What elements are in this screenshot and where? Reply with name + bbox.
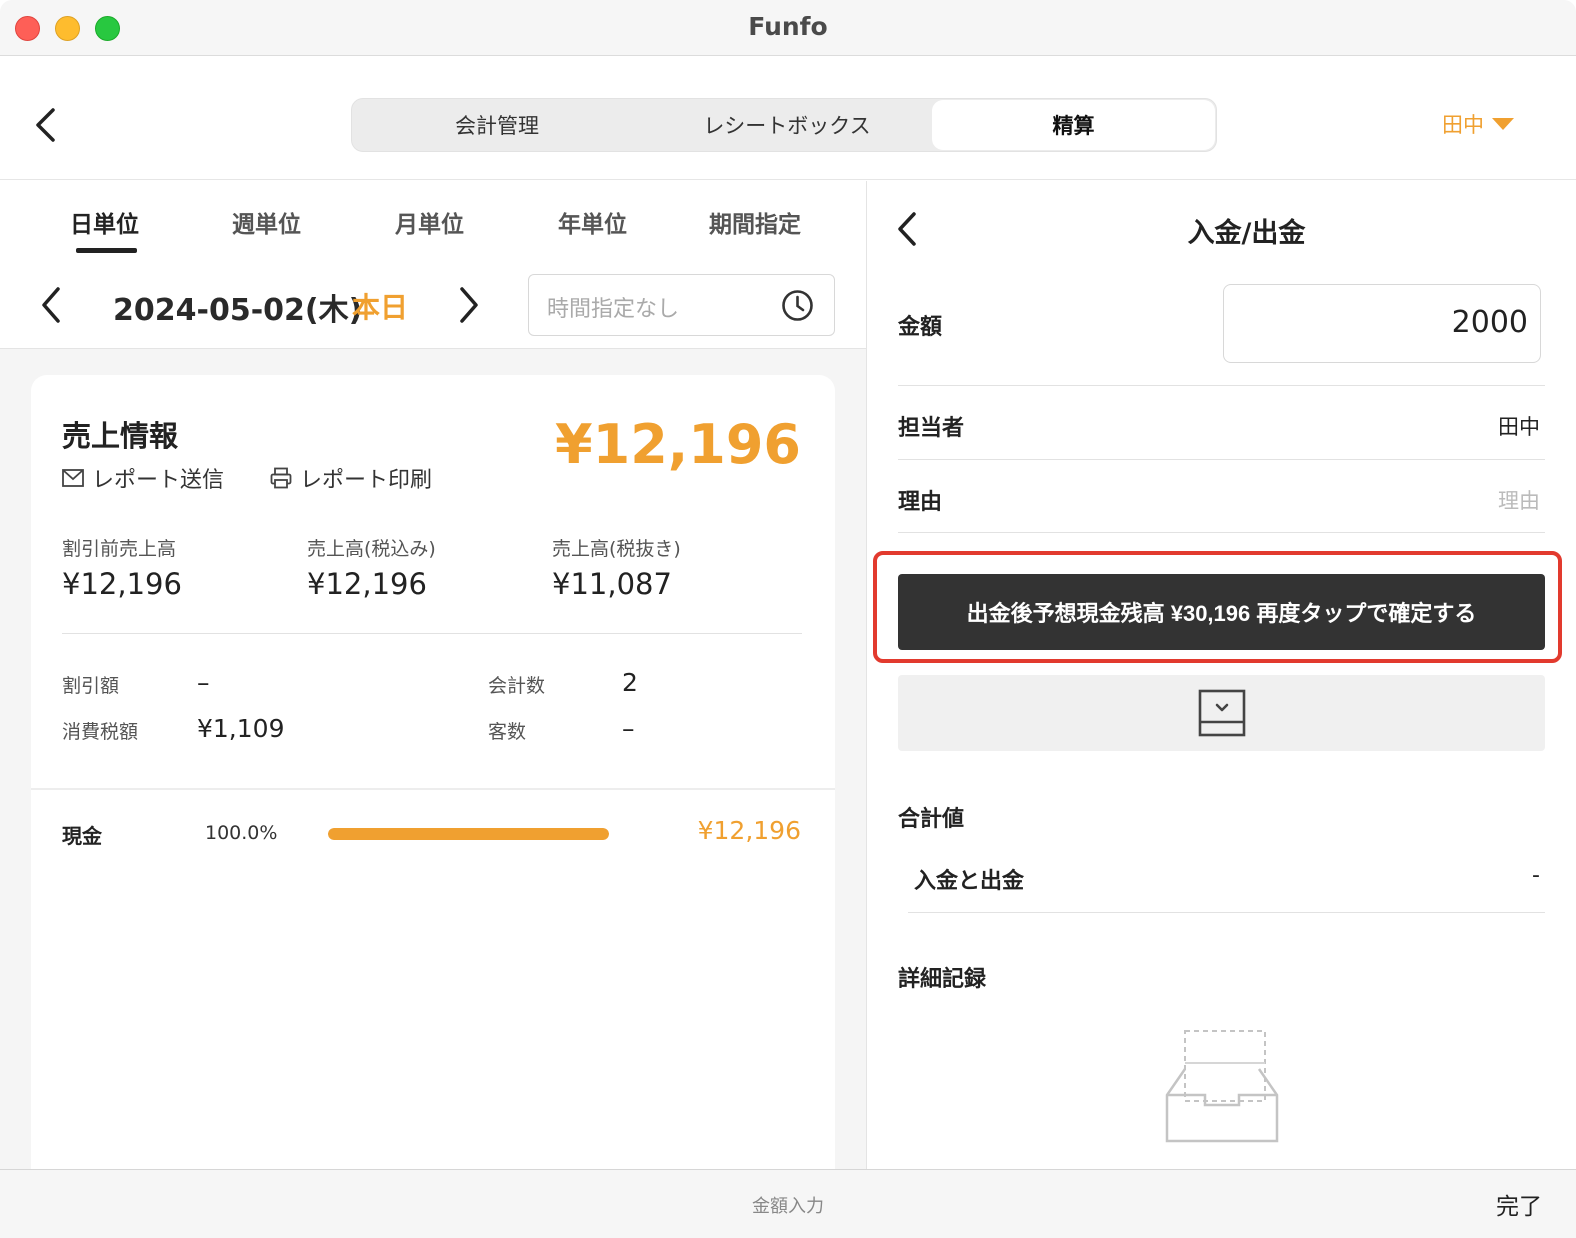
sales-tax-incl-label: 売上高(税込み) bbox=[307, 538, 436, 560]
back-button[interactable] bbox=[30, 105, 60, 145]
clock-icon bbox=[782, 290, 813, 321]
window-titlebar: Funfo bbox=[0, 0, 1576, 56]
mail-icon bbox=[62, 469, 84, 487]
in-out-total-label: 入金と出金 bbox=[914, 869, 1025, 894]
tab-custom-range[interactable]: 期間指定 bbox=[709, 205, 801, 239]
tab-weekly[interactable]: 週単位 bbox=[232, 205, 301, 239]
period-tabs: 日単位 週単位 月単位 年単位 期間指定 bbox=[0, 181, 866, 261]
sales-tax-excl-label: 売上高(税抜き) bbox=[552, 538, 681, 560]
today-label[interactable]: 本日 bbox=[352, 286, 408, 326]
open-cash-drawer-button[interactable] bbox=[898, 675, 1545, 751]
row-divider bbox=[898, 532, 1545, 533]
row-divider bbox=[908, 912, 1545, 913]
keyboard-accessory-bar: 金額入力 完了 bbox=[0, 1169, 1576, 1238]
confirm-withdrawal-button[interactable]: 出金後予想現金残高 ¥30,196 再度タップで確定する bbox=[898, 574, 1545, 650]
time-filter-placeholder: 時間指定なし bbox=[547, 297, 680, 322]
send-report-button[interactable]: レポート送信 bbox=[62, 463, 224, 493]
checks-value: 2 bbox=[622, 668, 638, 697]
tax-amount-value: ¥1,109 bbox=[197, 714, 285, 743]
reason-label: 理由 bbox=[898, 490, 943, 515]
previous-day-button[interactable] bbox=[36, 283, 64, 327]
sales-info-card: 売上情報 ¥12,196 レポート送信 レポート印刷 割引前売上高 ¥12,19… bbox=[31, 375, 835, 1175]
card-section-separator bbox=[31, 788, 835, 790]
staff-value[interactable]: 田中 bbox=[1498, 411, 1540, 441]
payment-percent: 100.0% bbox=[205, 822, 278, 844]
payment-method-label: 現金 bbox=[62, 824, 102, 848]
tab-receipt-box[interactable]: レシートボックス bbox=[642, 99, 932, 151]
cash-in-out-panel: 入金/出金 金額 2000 担当者 田中 理由 理由 出金後予想現金残高 ¥30… bbox=[867, 181, 1576, 1169]
main-tab-segmented-control: 会計管理 レシートボックス 精算 bbox=[351, 98, 1217, 152]
gross-sales-value: ¥12,196 bbox=[62, 567, 182, 601]
sales-tax-excl-value: ¥11,087 bbox=[552, 567, 672, 601]
reason-input[interactable]: 理由 bbox=[1498, 485, 1540, 515]
sales-info-title: 売上情報 bbox=[62, 419, 179, 453]
chevron-right-icon bbox=[460, 287, 478, 323]
tab-settlement[interactable]: 精算 bbox=[932, 100, 1215, 150]
amount-value: 2000 bbox=[1451, 305, 1528, 340]
chevron-left-icon bbox=[42, 287, 60, 323]
active-tab-indicator bbox=[76, 248, 137, 253]
tab-yearly[interactable]: 年単位 bbox=[558, 205, 627, 239]
payment-share-fill bbox=[328, 828, 609, 840]
sales-total: ¥12,196 bbox=[555, 413, 801, 476]
date-navigator: 2024-05-02(木) 本日 時間指定なし bbox=[0, 261, 866, 349]
window-title: Funfo bbox=[748, 12, 828, 41]
discount-value: – bbox=[197, 668, 210, 697]
row-divider bbox=[898, 385, 1545, 386]
guests-label: 客数 bbox=[488, 721, 527, 743]
tab-monthly[interactable]: 月単位 bbox=[395, 205, 464, 239]
current-date: 2024-05-02(木) bbox=[113, 293, 363, 328]
sales-tax-incl-value: ¥12,196 bbox=[307, 567, 427, 601]
send-report-label: レポート送信 bbox=[92, 468, 225, 493]
print-report-label: レポート印刷 bbox=[300, 468, 433, 493]
user-menu[interactable]: 田中 bbox=[1442, 109, 1514, 139]
payment-amount: ¥12,196 bbox=[697, 816, 801, 845]
cash-drawer-icon bbox=[1198, 689, 1245, 737]
totals-section-title: 合計値 bbox=[898, 807, 965, 832]
caret-down-icon bbox=[1492, 118, 1514, 130]
gross-sales-label: 割引前売上高 bbox=[62, 538, 177, 560]
print-report-button[interactable]: レポート印刷 bbox=[270, 463, 432, 493]
guests-value: – bbox=[622, 714, 635, 743]
time-filter-field[interactable]: 時間指定なし bbox=[528, 274, 835, 336]
empty-inbox-icon bbox=[1165, 1030, 1279, 1143]
checks-label: 会計数 bbox=[488, 675, 546, 697]
chevron-left-icon bbox=[36, 108, 55, 142]
accessory-title: 金額入力 bbox=[752, 1196, 824, 1217]
payment-share-bar bbox=[328, 828, 609, 840]
done-button[interactable]: 完了 bbox=[1496, 1187, 1542, 1221]
amount-label: 金額 bbox=[898, 315, 943, 340]
records-section-title: 詳細記録 bbox=[898, 967, 987, 992]
staff-label: 担当者 bbox=[898, 416, 965, 441]
tax-amount-label: 消費税額 bbox=[62, 721, 139, 743]
panel-title: 入金/出金 bbox=[1187, 218, 1306, 249]
card-divider bbox=[62, 633, 802, 634]
printer-icon bbox=[270, 467, 292, 489]
next-day-button[interactable] bbox=[456, 283, 484, 327]
row-divider bbox=[898, 459, 1545, 460]
amount-input[interactable]: 2000 bbox=[1223, 284, 1541, 363]
in-out-total-value: - bbox=[1532, 863, 1540, 888]
user-name: 田中 bbox=[1442, 113, 1484, 137]
tab-accounting[interactable]: 会計管理 bbox=[352, 99, 642, 151]
tab-daily[interactable]: 日単位 bbox=[70, 205, 139, 239]
top-nav: 会計管理 レシートボックス 精算 田中 bbox=[0, 57, 1576, 180]
discount-label: 割引額 bbox=[62, 675, 120, 697]
report-pane: 日単位 週単位 月単位 年単位 期間指定 2024-05-02(木) 本日 時間… bbox=[0, 181, 866, 1175]
